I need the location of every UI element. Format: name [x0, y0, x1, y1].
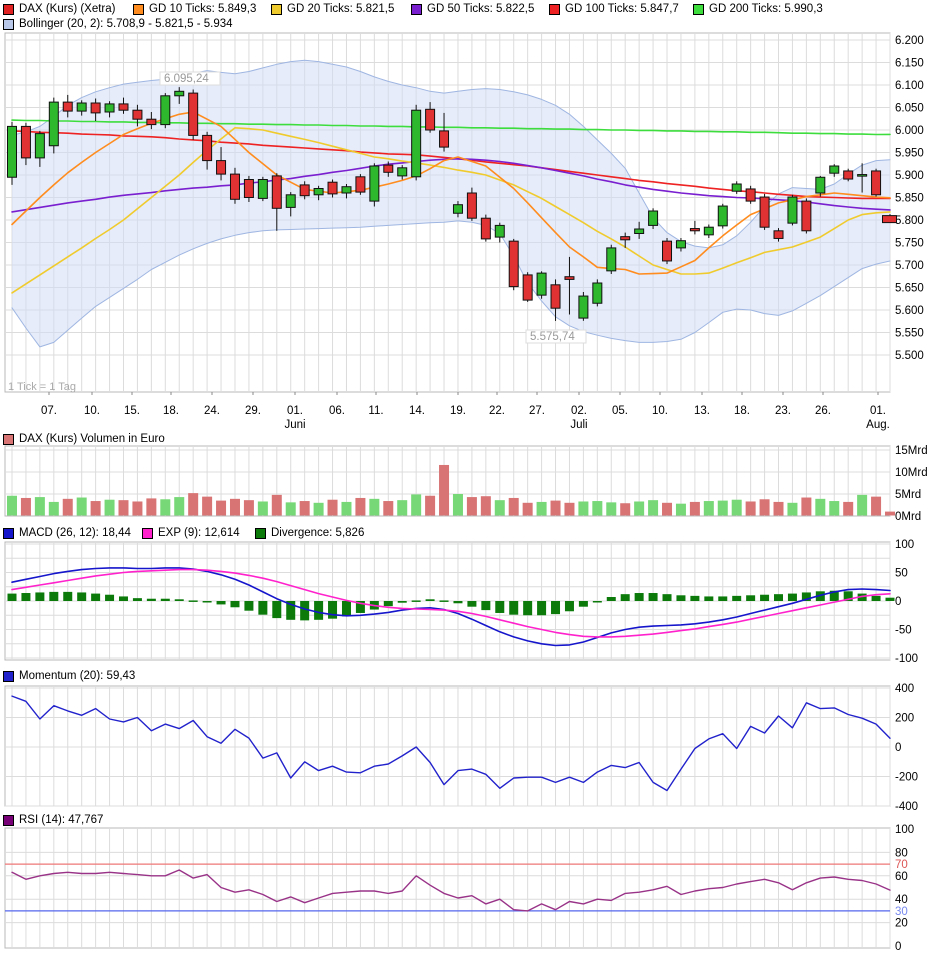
- charts-canvas: 6.200 6.150 6.100 6.050 6.000 5.950 5.900 5.850…: [4, 32, 928, 953]
- svg-text:10.: 10.: [652, 405, 668, 417]
- svg-text:11.: 11.: [368, 405, 383, 417]
- svg-text:18.: 18.: [734, 405, 750, 417]
- svg-text:6.200: 6.200: [895, 35, 924, 47]
- svg-text:Juli: Juli: [570, 419, 587, 431]
- svg-text:6.150: 6.150: [895, 58, 924, 70]
- svg-text:80: 80: [895, 847, 908, 859]
- svg-text:20: 20: [895, 918, 908, 930]
- svg-text:-400: -400: [895, 801, 918, 813]
- svg-text:29.: 29.: [245, 405, 261, 417]
- svg-text:6.100: 6.100: [895, 80, 924, 92]
- svg-text:400: 400: [895, 683, 914, 695]
- svg-text:5.800: 5.800: [895, 215, 924, 227]
- svg-text:100: 100: [895, 539, 914, 551]
- svg-text:0: 0: [895, 742, 901, 754]
- svg-text:5.850: 5.850: [895, 193, 924, 205]
- svg-text:0Mrd: 0Mrd: [895, 511, 921, 523]
- svg-text:6.000: 6.000: [895, 125, 924, 137]
- svg-text:15.: 15.: [124, 405, 140, 417]
- svg-text:10Mrd: 10Mrd: [895, 467, 928, 479]
- svg-text:14.: 14.: [409, 405, 425, 417]
- svg-text:26.: 26.: [815, 405, 831, 417]
- svg-text:07.: 07.: [41, 405, 57, 417]
- svg-text:18.: 18.: [163, 405, 179, 417]
- svg-text:19.: 19.: [450, 405, 466, 417]
- svg-text:70: 70: [895, 859, 908, 871]
- svg-text:0: 0: [895, 941, 901, 953]
- svg-text:30: 30: [895, 906, 908, 918]
- svg-text:05.: 05.: [612, 405, 628, 417]
- svg-text:13.: 13.: [694, 405, 710, 417]
- svg-text:200: 200: [895, 713, 914, 725]
- svg-text:27.: 27.: [529, 405, 545, 417]
- svg-text:5.600: 5.600: [895, 305, 924, 317]
- svg-text:1 Tick = 1 Tag: 1 Tick = 1 Tag: [8, 381, 76, 393]
- svg-text:-100: -100: [895, 653, 918, 665]
- svg-text:06.: 06.: [329, 405, 345, 417]
- svg-text:6.095,24: 6.095,24: [164, 73, 209, 85]
- svg-text:60: 60: [895, 871, 908, 883]
- svg-text:02.: 02.: [571, 405, 587, 417]
- svg-text:5.575,74: 5.575,74: [530, 331, 575, 343]
- svg-text:5.950: 5.950: [895, 148, 924, 160]
- svg-text:01.: 01.: [287, 405, 303, 417]
- svg-text:24.: 24.: [204, 405, 220, 417]
- svg-text:5.500: 5.500: [895, 350, 924, 362]
- svg-text:-50: -50: [895, 625, 912, 637]
- svg-text:5.550: 5.550: [895, 328, 924, 340]
- svg-text:5.750: 5.750: [895, 238, 924, 250]
- svg-text:Juni: Juni: [284, 419, 305, 431]
- svg-text:15Mrd: 15Mrd: [895, 445, 928, 457]
- svg-text:01.: 01.: [870, 405, 886, 417]
- svg-text:23.: 23.: [775, 405, 791, 417]
- svg-text:0: 0: [895, 596, 901, 608]
- svg-text:6.050: 6.050: [895, 103, 924, 115]
- svg-text:100: 100: [895, 824, 914, 836]
- svg-text:5.700: 5.700: [895, 260, 924, 272]
- svg-text:40: 40: [895, 894, 908, 906]
- svg-text:10.: 10.: [84, 405, 100, 417]
- svg-text:Aug.: Aug.: [866, 419, 890, 431]
- svg-text:5.900: 5.900: [895, 170, 924, 182]
- svg-text:5.650: 5.650: [895, 283, 924, 295]
- svg-text:22.: 22.: [489, 405, 505, 417]
- svg-text:50: 50: [895, 568, 908, 580]
- svg-text:-200: -200: [895, 772, 918, 784]
- stock-chart-application: DAX (Kurs) (Xetra) GD 10 Ticks: 5.849,3 …: [0, 0, 940, 958]
- svg-text:5Mrd: 5Mrd: [895, 489, 921, 501]
